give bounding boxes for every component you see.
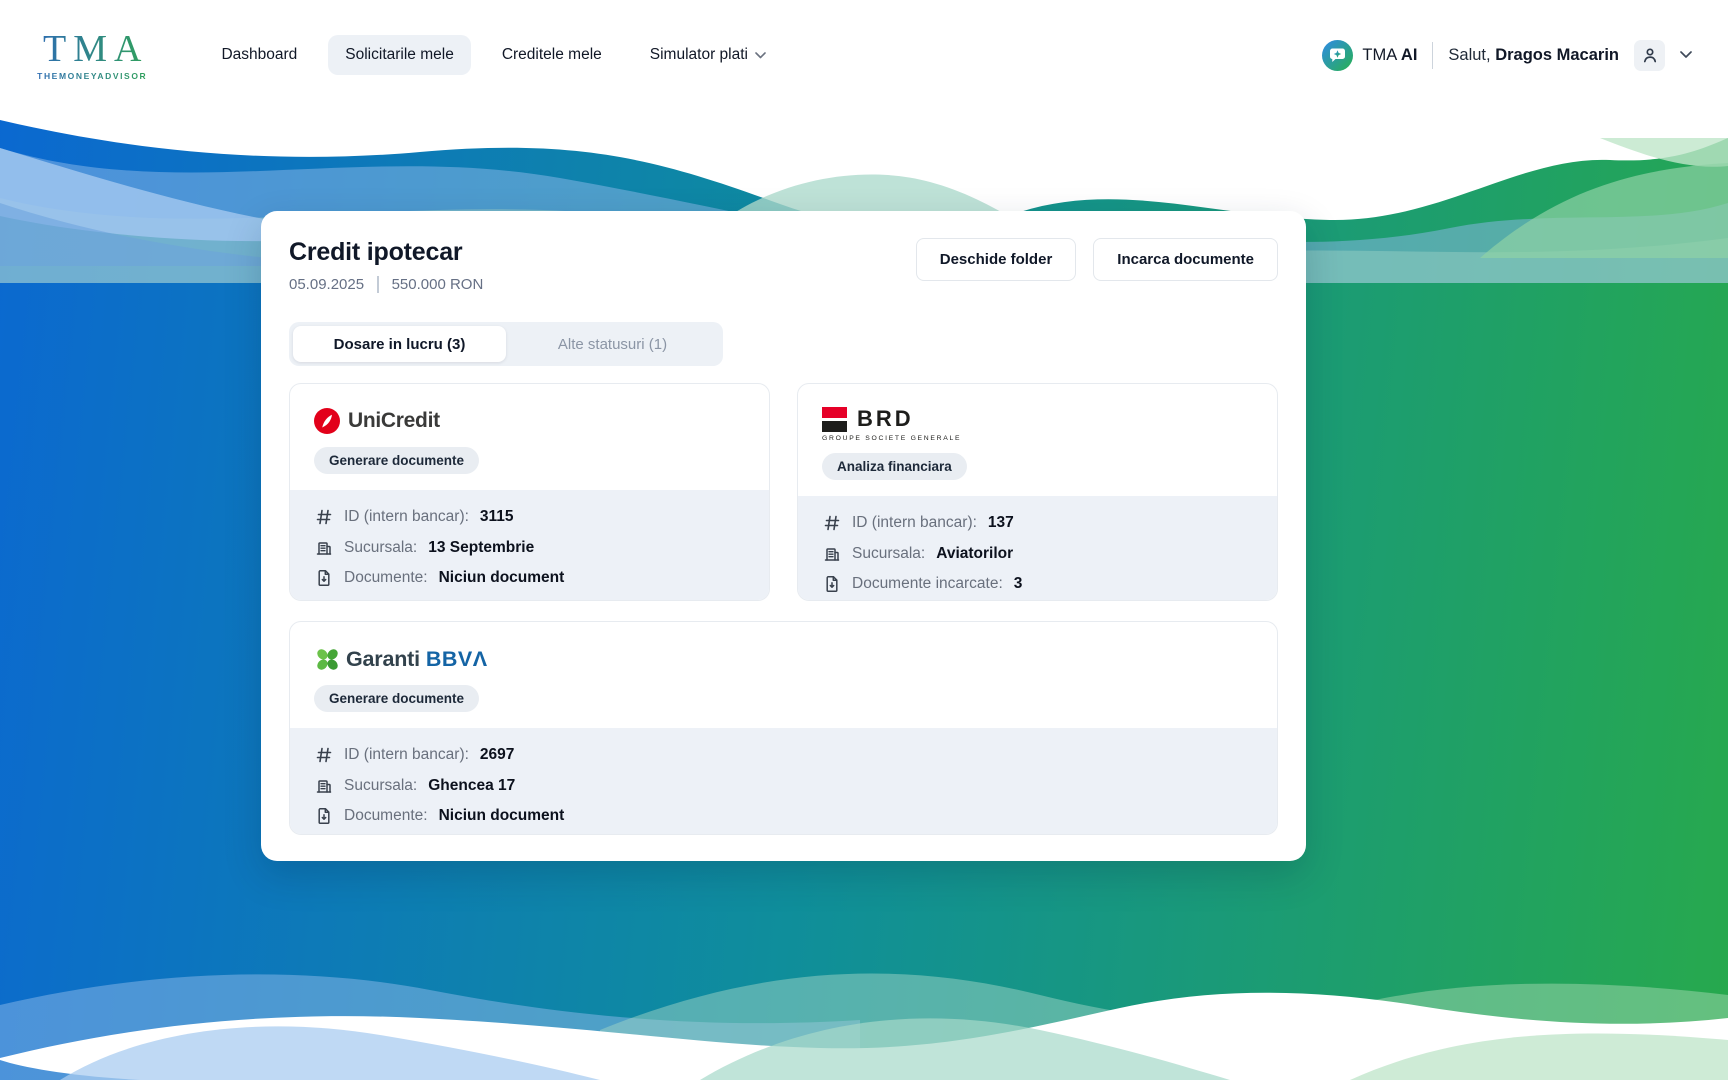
person-icon: [1641, 46, 1659, 64]
app-header: TMA THEMONEYADVISOR Dashboard Solicitari…: [0, 0, 1728, 110]
detail-value: Aviatorilor: [936, 545, 1013, 563]
hash-icon: [314, 746, 333, 765]
nav-item-creditele-mele[interactable]: Creditele mele: [485, 35, 619, 75]
bank-top: UniCredit Generare documente: [290, 384, 769, 490]
garanti-bbva-logo: Garanti BBVΛ: [314, 644, 1253, 674]
building-icon: [822, 544, 841, 563]
detail-label: Sucursala:: [852, 545, 925, 563]
unicredit-wordmark: UniCredit: [348, 409, 440, 433]
header-right-cluster: TMA AI Salut, Dragos Macarin: [1322, 40, 1692, 71]
credit-subtitle: 05.09.2025 550.000 RON: [289, 276, 483, 293]
user-account-button[interactable]: [1634, 40, 1665, 71]
unicredit-mark-icon: [314, 408, 340, 434]
detail-label: Documente:: [344, 569, 428, 587]
unicredit-logo: UniCredit: [314, 406, 745, 436]
document-download-icon: [314, 807, 333, 826]
brd-logo: BRD GROUPE SOCIETE GENERALE: [822, 406, 1253, 442]
user-greeting: Salut, Dragos Macarin: [1448, 46, 1619, 65]
detail-value: 3: [1014, 575, 1023, 593]
nav-label: Solicitarile mele: [345, 46, 454, 64]
dossier-card-brd[interactable]: BRD GROUPE SOCIETE GENERALE Analiza fina…: [797, 383, 1278, 601]
nav-label: Creditele mele: [502, 46, 602, 64]
bank-details: ID (intern bancar): 137 Sucursala: Aviat…: [798, 496, 1277, 601]
nav-label: Simulator plati: [650, 46, 748, 64]
chevron-down-icon: [755, 52, 766, 59]
document-download-icon: [822, 575, 841, 594]
card-head: Credit ipotecar 05.09.2025 550.000 RON D…: [289, 238, 1278, 293]
detail-value: 2697: [480, 746, 514, 764]
brd-mark-icon: [822, 407, 847, 432]
card-actions: Deschide folder Incarca documente: [916, 238, 1278, 281]
detail-row-id: ID (intern bancar): 2697: [314, 740, 1253, 771]
title-block: Credit ipotecar 05.09.2025 550.000 RON: [289, 238, 483, 293]
detail-label: Documente incarcate:: [852, 575, 1003, 593]
hash-icon: [314, 508, 333, 527]
tab-alte-statusuri[interactable]: Alte statusuri (1): [506, 326, 719, 362]
garanti-clover-icon: [314, 646, 341, 673]
detail-label: ID (intern bancar):: [852, 514, 977, 532]
status-tabs: Dosare in lucru (3) Alte statusuri (1): [289, 322, 723, 366]
status-badge: Analiza financiara: [822, 453, 967, 480]
detail-label: Sucursala:: [344, 777, 417, 795]
dossier-card-garanti-bbva[interactable]: Garanti BBVΛ Generare documente ID (inte…: [289, 621, 1278, 835]
detail-row-id: ID (intern bancar): 3115: [314, 502, 745, 533]
decorative-wave-bottom: [0, 910, 1728, 1080]
open-folder-button[interactable]: Deschide folder: [916, 238, 1077, 281]
detail-value: Ghencea 17: [428, 777, 515, 795]
detail-row-documents: Documente: Niciun document: [314, 801, 1253, 832]
detail-value: 13 Septembrie: [428, 539, 534, 557]
bank-top: Garanti BBVΛ Generare documente: [290, 622, 1277, 728]
bank-details: ID (intern bancar): 3115 Sucursala: 13 S…: [290, 490, 769, 601]
nav-item-solicitarile-mele[interactable]: Solicitarile mele: [328, 35, 471, 75]
main-nav: Dashboard Solicitarile mele Creditele me…: [204, 35, 783, 75]
detail-row-branch: Sucursala: Ghencea 17: [314, 771, 1253, 802]
page-title: Credit ipotecar: [289, 238, 483, 267]
upload-documents-button[interactable]: Incarca documente: [1093, 238, 1278, 281]
detail-row-id: ID (intern bancar): 137: [822, 508, 1253, 539]
status-badge: Generare documente: [314, 447, 479, 474]
detail-label: Documente:: [344, 807, 428, 825]
ai-label: TMA AI: [1362, 46, 1417, 65]
bank-details: ID (intern bancar): 2697 Sucursala: Ghen…: [290, 728, 1277, 835]
brd-wordmark: BRD: [857, 406, 914, 432]
detail-row-documents: Documente: Niciun document: [314, 563, 745, 594]
credit-amount: 550.000 RON: [392, 276, 484, 293]
header-divider: [1432, 42, 1433, 69]
detail-row-documents: Documente incarcate: 3: [822, 569, 1253, 600]
hash-icon: [822, 514, 841, 533]
nav-item-dashboard[interactable]: Dashboard: [204, 35, 314, 75]
bank-top: BRD GROUPE SOCIETE GENERALE Analiza fina…: [798, 384, 1277, 496]
detail-value: Niciun document: [439, 569, 565, 587]
tma-ai-chat-launcher[interactable]: TMA AI: [1322, 40, 1417, 71]
detail-row-branch: Sucursala: 13 Septembrie: [314, 533, 745, 564]
detail-label: ID (intern bancar):: [344, 508, 469, 526]
detail-row-branch: Sucursala: Aviatorilor: [822, 539, 1253, 570]
garanti-wordmark: Garanti: [346, 647, 420, 672]
logo-wordmark: THEMONEYADVISOR: [37, 71, 147, 81]
brd-group-subtitle: GROUPE SOCIETE GENERALE: [822, 435, 1253, 442]
nav-label: Dashboard: [221, 46, 297, 64]
building-icon: [314, 776, 333, 795]
tab-dosare-in-lucru[interactable]: Dosare in lucru (3): [293, 326, 506, 362]
credit-dossier-card: Credit ipotecar 05.09.2025 550.000 RON D…: [261, 211, 1306, 861]
detail-value: 3115: [480, 508, 514, 526]
detail-value: Niciun document: [439, 807, 565, 825]
document-download-icon: [314, 569, 333, 588]
detail-value: 137: [988, 514, 1014, 532]
status-badge: Generare documente: [314, 685, 479, 712]
subtitle-divider: [377, 276, 379, 293]
logo-acronym: TMA: [36, 30, 148, 68]
detail-label: ID (intern bancar):: [344, 746, 469, 764]
dossier-card-unicredit[interactable]: UniCredit Generare documente ID (intern …: [289, 383, 770, 601]
bbva-wordmark: BBVΛ: [426, 647, 488, 672]
detail-label: Sucursala:: [344, 539, 417, 557]
building-icon: [314, 538, 333, 557]
dossier-grid: UniCredit Generare documente ID (intern …: [289, 383, 1278, 835]
ai-chat-icon: [1322, 40, 1353, 71]
chevron-down-icon[interactable]: [1680, 51, 1692, 59]
nav-item-simulator-plati[interactable]: Simulator plati: [633, 35, 783, 75]
credit-date: 05.09.2025: [289, 276, 364, 293]
tma-logo[interactable]: TMA THEMONEYADVISOR: [36, 30, 148, 81]
